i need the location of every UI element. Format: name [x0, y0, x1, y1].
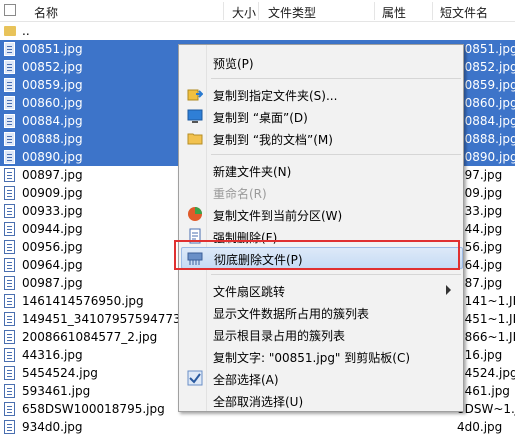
image-file-icon: [4, 78, 15, 92]
image-file-icon: [4, 168, 15, 182]
menu-item-copy-to-documents[interactable]: 复制到 “我的文档”(M): [181, 127, 463, 149]
image-file-icon: [4, 60, 15, 74]
file-name: 00888.jpg: [22, 132, 83, 146]
documents-folder-icon: [187, 133, 203, 145]
image-file-icon: [4, 114, 15, 128]
menu-item-deselect-all[interactable]: 全部取消选择(U): [181, 389, 463, 411]
image-file-icon: [4, 186, 15, 200]
file-name: 593461.jpg: [22, 384, 91, 398]
column-header: 名称 大小 文件类型 属性 短文件名: [0, 0, 515, 22]
file-short-name: 00860.jpg: [457, 96, 515, 110]
submenu-arrow-icon: [446, 285, 451, 295]
folder-icon: [4, 26, 16, 36]
file-name: 5454524.jpg: [22, 366, 98, 380]
file-name: 00909.jpg: [22, 186, 83, 200]
file-name: 00956.jpg: [22, 240, 83, 254]
menu-item-root-cluster-list[interactable]: 显示根目录占用的簇列表: [181, 323, 463, 345]
file-name: 658DSW100018795.jpg: [22, 402, 165, 416]
column-type[interactable]: 文件类型: [268, 4, 316, 21]
file-short-name: 54524.jpg: [457, 366, 515, 380]
menu-item-copy-text[interactable]: 复制文字: "00851.jpg" 到剪贴板(C): [181, 345, 463, 367]
partition-icon: [188, 207, 202, 221]
image-file-icon: [4, 384, 15, 398]
image-file-icon: [4, 402, 15, 416]
menu-item-sector-jump[interactable]: 文件扇区跳转: [181, 279, 463, 301]
column-attributes[interactable]: 属性: [382, 4, 406, 21]
copy-to-folder-icon: [187, 89, 203, 101]
image-file-icon: [4, 420, 15, 434]
menu-item-copy-to-folder[interactable]: 复制到指定文件夹(S)...: [181, 83, 463, 105]
image-file-icon: [4, 294, 15, 308]
desktop-icon: [187, 109, 203, 123]
image-file-icon: [4, 312, 15, 326]
parent-directory-row[interactable]: ..: [0, 22, 515, 40]
file-short-name: 6141~1.JPG: [457, 294, 515, 308]
file-short-name: 3461.jpg: [457, 384, 510, 398]
column-name[interactable]: 名称: [34, 4, 58, 21]
file-row[interactable]: 934d0.jpg 4d0.jpg: [0, 418, 515, 436]
file-name: 00851.jpg: [22, 42, 83, 56]
image-file-icon: [4, 348, 15, 362]
file-short-name: 00890.jpg: [457, 150, 515, 164]
image-file-icon: [4, 132, 15, 146]
file-short-name: 9451~1.JPG: [457, 312, 515, 326]
file-name: 149451_341079575947733.: [22, 312, 193, 326]
file-name: 00944.jpg: [22, 222, 83, 236]
file-short-name: 4d0.jpg: [457, 420, 503, 434]
menu-item-new-folder[interactable]: 新建文件夹(N): [181, 159, 463, 181]
column-size[interactable]: 大小: [232, 4, 256, 21]
file-name: 00852.jpg: [22, 60, 83, 74]
file-name: 44316.jpg: [22, 348, 83, 362]
file-name: 2008661084577_2.jpg: [22, 330, 158, 344]
file-short-name: 00851.jpg: [457, 42, 515, 56]
file-name: 00884.jpg: [22, 114, 83, 128]
image-file-icon: [4, 276, 15, 290]
context-menu: 预览(P) 复制到指定文件夹(S)... 复制到 “桌面”(D) 复制到 “我的…: [178, 44, 464, 412]
file-name: 00859.jpg: [22, 78, 83, 92]
file-short-name: 8DSW~1.JPG: [457, 402, 515, 416]
image-file-icon: [4, 96, 15, 110]
menu-item-copy-to-desktop[interactable]: 复制到 “桌面”(D): [181, 105, 463, 127]
menu-item-rename[interactable]: 重命名(R): [181, 181, 463, 203]
file-name: 1461414576950.jpg: [22, 294, 144, 308]
image-file-icon: [4, 150, 15, 164]
image-file-icon: [4, 222, 15, 236]
file-name: 00897.jpg: [22, 168, 83, 182]
file-name: 00987.jpg: [22, 276, 83, 290]
file-short-name: 00884.jpg: [457, 114, 515, 128]
column-short-name[interactable]: 短文件名: [440, 4, 488, 21]
image-file-icon: [4, 366, 15, 380]
image-file-icon: [4, 240, 15, 254]
menu-item-select-all[interactable]: 全部选择(A): [181, 367, 463, 389]
highlight-annotation: [174, 240, 460, 270]
image-file-icon: [4, 258, 15, 272]
file-name: 00860.jpg: [22, 96, 83, 110]
file-short-name: 00852.jpg: [457, 60, 515, 74]
select-all-checkbox[interactable]: [4, 4, 16, 16]
menu-item-file-cluster-list[interactable]: 显示文件数据所占用的簇列表: [181, 301, 463, 323]
file-name: 00964.jpg: [22, 258, 83, 272]
menu-item-copy-to-partition[interactable]: 复制文件到当前分区(W): [181, 203, 463, 225]
file-short-name: 00888.jpg: [457, 132, 515, 146]
menu-item-preview[interactable]: 预览(P): [181, 51, 463, 73]
checkbox-checked-icon: [187, 370, 203, 386]
file-short-name: 00859.jpg: [457, 78, 515, 92]
file-name: 00890.jpg: [22, 150, 83, 164]
image-file-icon: [4, 330, 15, 344]
image-file-icon: [4, 42, 15, 56]
image-file-icon: [4, 204, 15, 218]
file-name: 934d0.jpg: [22, 420, 83, 434]
file-short-name: 0866~1.JPG: [457, 330, 515, 344]
file-name: 00933.jpg: [22, 204, 83, 218]
